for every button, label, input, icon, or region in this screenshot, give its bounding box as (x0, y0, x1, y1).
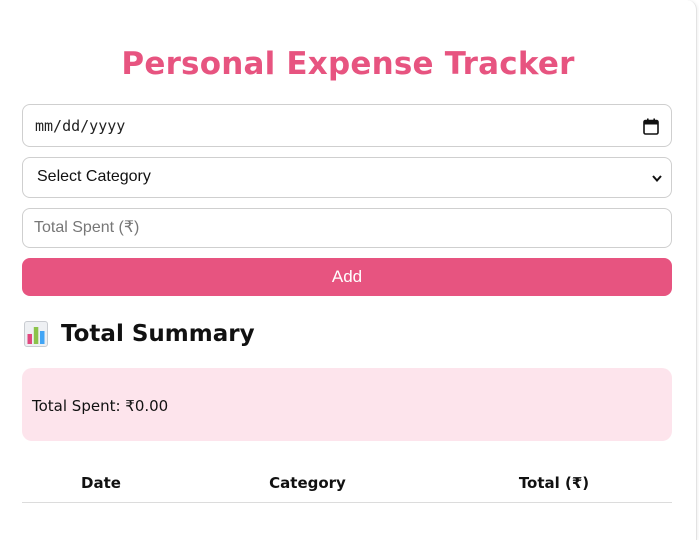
category-select[interactable]: Select Category (22, 157, 672, 198)
column-header-category: Category (269, 474, 346, 492)
add-button[interactable]: Add (22, 258, 672, 296)
column-header-date: Date (81, 474, 121, 492)
summary-box: Total Spent: ₹0.00 (22, 368, 672, 441)
column-header-total: Total (₹) (518, 474, 590, 492)
total-spent-label: Total Spent: ₹0.00 (32, 397, 169, 415)
chevron-down-icon (652, 175, 662, 183)
bar-chart-icon (24, 321, 48, 347)
tracker-card: Personal Expense Tracker mm/dd/yyyy Sele… (0, 0, 697, 540)
category-selected-value: Select Category (37, 168, 151, 185)
date-input[interactable]: mm/dd/yyyy (22, 104, 672, 147)
calendar-icon[interactable] (643, 118, 659, 135)
date-placeholder: mm/dd/yyyy (35, 117, 126, 135)
page-title: Personal Expense Tracker (121, 46, 575, 82)
amount-field[interactable] (22, 208, 672, 248)
summary-header: Total Summary (24, 318, 255, 350)
amount-input[interactable] (23, 209, 671, 247)
summary-heading: Total Summary (61, 321, 255, 347)
table-header: Date Category Total (₹) (22, 470, 672, 503)
